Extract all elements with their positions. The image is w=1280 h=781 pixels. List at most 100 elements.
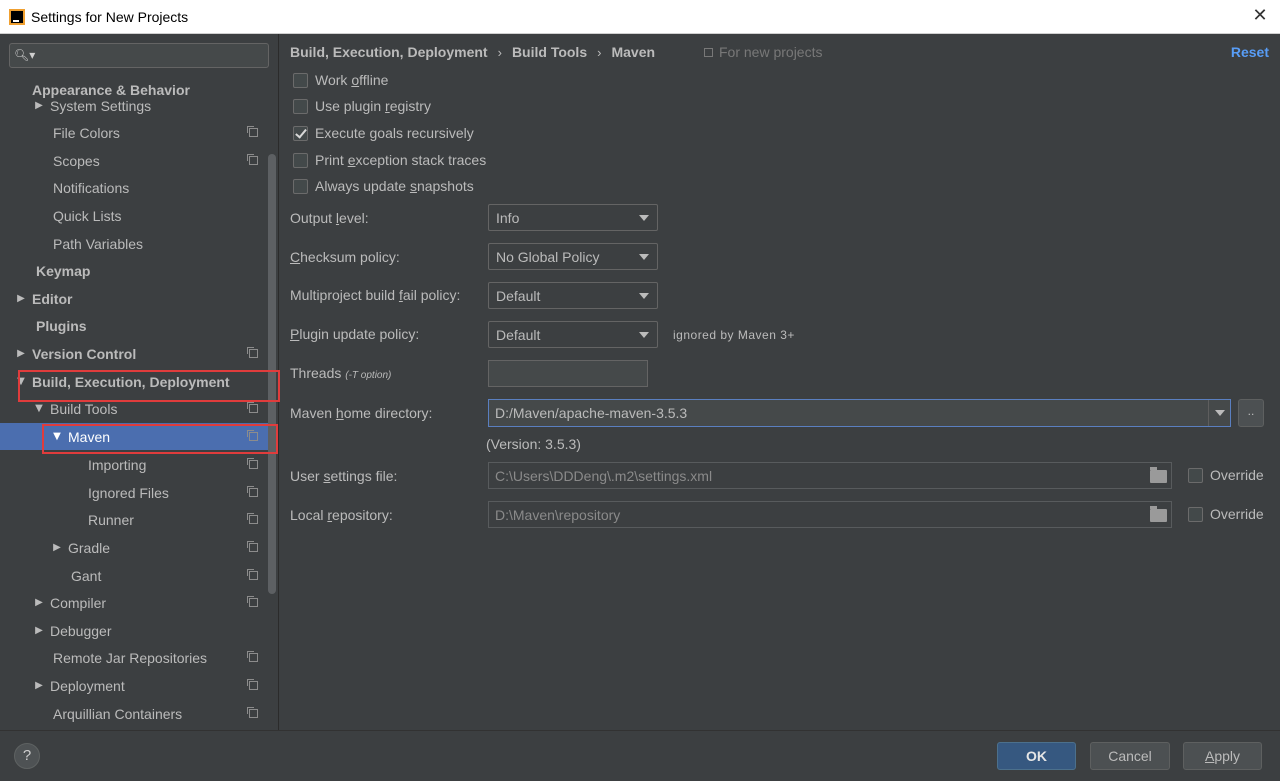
sidebar-item-arquillian-containers[interactable]: Arquillian Containers [0, 700, 268, 727]
local-repository-field[interactable]: D:\Maven\repository [488, 501, 1172, 528]
project-copy-icon [247, 430, 258, 441]
project-copy-icon [247, 707, 258, 718]
chevron-down-icon [639, 215, 649, 221]
sidebar-item-build-execution-deployment[interactable]: ▼ Build, Execution, Deployment [0, 368, 268, 395]
sidebar-item-remote-jar-repositories[interactable]: Remote Jar Repositories [0, 644, 268, 671]
ok-button[interactable]: OK [997, 742, 1076, 770]
window-title: Settings for New Projects [31, 8, 189, 25]
sidebar-item-version-control[interactable]: ▶ Version Control [0, 340, 268, 367]
project-copy-icon [247, 596, 258, 607]
local-repository-label: Local repository: [290, 507, 393, 523]
maven-home-label: Maven home directory: [290, 405, 433, 421]
checkbox-box-checked[interactable] [293, 125, 308, 141]
user-settings-override-checkbox[interactable]: Override [1188, 467, 1264, 483]
plugin-update-hint: ignored by Maven 3+ [673, 328, 795, 342]
folder-icon[interactable] [1150, 467, 1167, 483]
collapse-arrow-icon[interactable]: ▼ [50, 431, 64, 442]
sidebar-item-importing[interactable]: Importing [0, 451, 268, 478]
settings-content-panel: Build, Execution, Deployment › Build Too… [280, 34, 1280, 730]
fail-policy-select[interactable]: Default [488, 282, 658, 309]
sidebar-item-runner[interactable]: Runner [0, 506, 268, 533]
expand-arrow-icon[interactable]: ▶ [32, 597, 46, 608]
expand-arrow-icon[interactable]: ▶ [50, 542, 64, 553]
folder-icon[interactable] [1150, 506, 1167, 522]
checkbox-box[interactable] [293, 152, 308, 168]
settings-sidebar: 🔍︎▾ Appearance & Behavior ▶ System Setti… [0, 34, 279, 730]
sidebar-item-path-variables[interactable]: Path Variables [0, 230, 268, 257]
checkbox-box[interactable] [293, 98, 308, 114]
work-offline-checkbox[interactable]: Work offline [293, 72, 388, 88]
project-copy-icon [247, 513, 258, 524]
apply-button[interactable]: Apply [1183, 742, 1262, 770]
collapse-arrow-icon[interactable]: ▼ [14, 376, 28, 387]
breadcrumb-separator: › [497, 44, 502, 60]
checksum-policy-label: Checksum policy: [290, 249, 400, 265]
breadcrumb-item: Build Tools [511, 44, 588, 60]
output-level-select[interactable]: Info [488, 204, 658, 231]
execute-goals-recursively-checkbox[interactable]: Execute goals recursively [293, 125, 474, 141]
close-icon[interactable]: ✕ [1250, 6, 1270, 26]
threads-label: Threads (-T option) [290, 365, 392, 381]
sidebar-item-maven[interactable]: ▼ Maven [0, 423, 268, 450]
sidebar-item-gradle[interactable]: ▶ Gradle [0, 534, 268, 561]
sidebar-item-quick-lists[interactable]: Quick Lists [0, 202, 268, 229]
help-icon[interactable]: ? [14, 743, 40, 769]
maven-version-text: (Version: 3.5.3) [486, 436, 581, 452]
chevron-down-icon [639, 332, 649, 338]
project-copy-icon [247, 541, 258, 552]
expand-arrow-icon[interactable]: ▶ [32, 625, 46, 636]
sidebar-item-ignored-files[interactable]: Ignored Files [0, 479, 268, 506]
chevron-down-icon [639, 254, 649, 260]
title-bar: Settings for New Projects ✕ [0, 0, 1280, 34]
collapse-arrow-icon[interactable]: ▼ [32, 403, 46, 414]
breadcrumb-item: Maven [611, 44, 656, 60]
sidebar-scrollbar[interactable] [268, 154, 276, 594]
sidebar-item-editor[interactable]: ▶ Editor [0, 285, 268, 312]
sidebar-item-plugins[interactable]: Plugins [0, 312, 268, 339]
sidebar-item-build-tools[interactable]: ▼ Build Tools [0, 395, 268, 422]
breadcrumb-separator: › [597, 44, 602, 60]
threads-input[interactable] [488, 360, 648, 387]
checkbox-box[interactable] [1188, 506, 1203, 522]
checkbox-box[interactable] [293, 178, 308, 194]
sidebar-item-scopes[interactable]: Scopes [0, 147, 268, 174]
plugin-update-policy-select[interactable]: Default [488, 321, 658, 348]
sidebar-item-notifications[interactable]: Notifications [0, 174, 268, 201]
project-copy-icon [247, 347, 258, 358]
project-copy-icon [247, 154, 258, 165]
breadcrumb-item: Build, Execution, Deployment [290, 44, 488, 60]
breadcrumb: Build, Execution, Deployment › Build Too… [290, 44, 655, 60]
plugin-update-policy-label: Plugin update policy: [290, 326, 420, 342]
reset-link[interactable]: Reset [1231, 44, 1269, 60]
expand-arrow-icon[interactable]: ▶ [32, 680, 46, 691]
cancel-button[interactable]: Cancel [1090, 742, 1170, 770]
checksum-policy-select[interactable]: No Global Policy [488, 243, 658, 270]
settings-search-input[interactable]: 🔍︎▾ [9, 43, 269, 68]
expand-arrow-icon[interactable]: ▶ [14, 348, 28, 359]
always-update-snapshots-checkbox[interactable]: Always update snapshots [293, 178, 474, 194]
scope-note: For new projects [704, 44, 822, 60]
project-copy-icon [247, 569, 258, 580]
sidebar-item-keymap[interactable]: Keymap [0, 257, 268, 284]
expand-arrow-icon[interactable]: ▶ [32, 100, 46, 111]
browse-button[interactable]: .. [1238, 399, 1264, 427]
project-copy-icon [704, 47, 713, 57]
sidebar-item-gant[interactable]: Gant [0, 562, 268, 589]
maven-home-combo[interactable]: D:/Maven/apache-maven-3.5.3 [488, 399, 1231, 427]
sidebar-item-system-settings[interactable]: ▶ System Settings [0, 92, 268, 119]
project-copy-icon [247, 651, 258, 662]
sidebar-item-file-colors[interactable]: File Colors [0, 119, 268, 146]
sidebar-item-deployment[interactable]: ▶ Deployment [0, 672, 268, 699]
project-copy-icon [247, 402, 258, 413]
local-repository-override-checkbox[interactable]: Override [1188, 506, 1264, 522]
checkbox-box[interactable] [1188, 467, 1203, 483]
chevron-down-icon[interactable] [1208, 400, 1230, 426]
checkbox-box[interactable] [293, 72, 308, 88]
user-settings-file-field[interactable]: C:\Users\DDDeng\.m2\settings.xml [488, 462, 1172, 489]
expand-arrow-icon[interactable]: ▶ [14, 293, 28, 304]
use-plugin-registry-checkbox[interactable]: Use plugin registry [293, 98, 431, 114]
project-copy-icon [247, 679, 258, 690]
sidebar-item-compiler[interactable]: ▶ Compiler [0, 589, 268, 616]
sidebar-item-debugger[interactable]: ▶ Debugger [0, 617, 268, 644]
print-exception-stack-traces-checkbox[interactable]: Print exception stack traces [293, 152, 486, 168]
